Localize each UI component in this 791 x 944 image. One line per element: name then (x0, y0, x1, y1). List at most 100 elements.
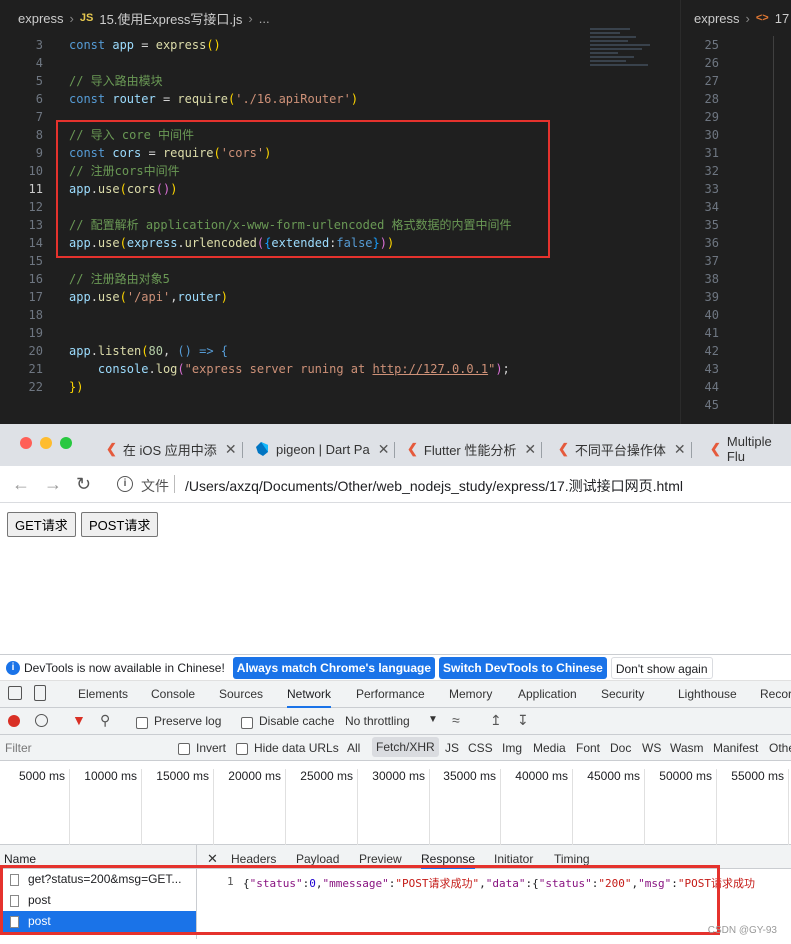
post-request-button[interactable]: POST请求 (81, 512, 159, 537)
tab-security[interactable]: Security (601, 681, 644, 708)
browser-tab[interactable]: ❮ Flutter 性能分析 ✕ (407, 432, 543, 466)
scheme-label[interactable]: 文件 (141, 476, 169, 496)
invert-checkbox[interactable] (178, 741, 190, 755)
maximize-window-button[interactable] (60, 437, 72, 449)
line-number: 8 (35, 128, 43, 142)
filter-type-img[interactable]: Img (502, 741, 522, 755)
match-language-button[interactable]: Always match Chrome's language (232, 656, 436, 679)
devtools-tabs: Elements Console Sources Network Perform… (0, 681, 791, 708)
timeline-tick: 55000 ms (717, 769, 789, 845)
filter-type-css[interactable]: CSS (468, 741, 493, 755)
filter-type-doc[interactable]: Doc (610, 741, 631, 755)
invert-label: Invert (196, 741, 227, 755)
download-icon[interactable]: ↧ (517, 712, 529, 729)
network-conditions-icon[interactable]: ≈ (452, 712, 460, 728)
line-number: 19 (28, 326, 43, 340)
close-icon[interactable]: ✕ (524, 441, 536, 458)
address-bar: ← → ↻ i 文件 /Users/axzq/Documents/Other/w… (0, 466, 791, 502)
tab-performance[interactable]: Performance (356, 681, 425, 708)
switch-language-button[interactable]: Switch DevTools to Chinese (439, 656, 607, 679)
url-field[interactable]: /Users/axzq/Documents/Other/web_nodejs_s… (185, 476, 683, 496)
filter-type-all[interactable]: All (347, 741, 360, 755)
code-line: 21 console.log("express server runing at… (0, 360, 600, 378)
dart-icon (256, 442, 268, 456)
filter-icon[interactable]: ▼ (72, 712, 86, 728)
search-icon[interactable]: ⚲ (100, 712, 110, 729)
filter-type-font[interactable]: Font (576, 741, 600, 755)
upload-icon[interactable]: ↥ (490, 712, 502, 729)
line-number: 41 (704, 326, 719, 340)
browser-tab[interactable]: ❮ 不同平台操作体 ✕ (558, 432, 692, 466)
device-toolbar-icon[interactable] (34, 685, 46, 701)
tab-lighthouse[interactable]: Lighthouse (678, 681, 737, 708)
browser-tab[interactable]: pigeon | Dart Pa ✕ (254, 432, 396, 466)
right-line-numbers: 25 26 27 28 29 30 31 32 33 34 35 36 37 38 39 40 41 42 43 44… (681, 36, 741, 414)
tab-elements[interactable]: Elements (78, 681, 128, 708)
filter-type-media[interactable]: Media (533, 741, 566, 755)
tab-sources[interactable]: Sources (219, 681, 263, 708)
line-number: 11 (28, 182, 43, 196)
code-link[interactable]: http://127.0.0.1 (372, 362, 488, 376)
filter-type-fetch-xhr[interactable]: Fetch/XHR (372, 737, 439, 757)
timeline-tick: 45000 ms (573, 769, 645, 845)
tab-console[interactable]: Console (151, 681, 195, 708)
forward-arrow-icon[interactable]: → (44, 474, 62, 495)
tab-bar: ❮ 在 iOS 应用中添 ✕ pigeon | Dart Pa ✕ ❮ Flut… (0, 424, 791, 466)
breadcrumb-more[interactable]: ... (259, 11, 270, 26)
back-arrow-icon[interactable]: ← (12, 474, 30, 495)
line-number: 44 (704, 380, 719, 394)
breadcrumb-folder[interactable]: express (694, 11, 740, 26)
clear-icon[interactable] (35, 714, 48, 727)
line-number: 16 (28, 272, 43, 286)
breadcrumb-folder[interactable]: express (18, 11, 64, 26)
line-number: 10 (28, 164, 43, 178)
code-line: 22}) (0, 378, 600, 396)
tab-memory[interactable]: Memory (449, 681, 492, 708)
line-number: 38 (704, 272, 719, 286)
editor-right-pane: express › <> 17 25 26 27 28 29 30 31 32 33 34 35 36… (680, 0, 791, 424)
dont-show-again-button[interactable]: Don't show again (610, 656, 713, 679)
tab-application[interactable]: Application (518, 681, 577, 708)
filter-type-wasm[interactable]: Wasm (670, 741, 704, 755)
line-number: 25 (704, 38, 719, 52)
timeline-tick: 35000 ms (430, 769, 501, 845)
line-number: 15 (28, 254, 43, 268)
filter-type-js[interactable]: JS (445, 741, 459, 755)
breadcrumb-file[interactable]: 15.使用Express写接口.js (99, 9, 242, 28)
filter-type-other[interactable]: Othe (769, 741, 791, 755)
record-icon[interactable] (8, 715, 20, 727)
code-line: 18 (0, 306, 600, 324)
code-line: 3 const app = express() (0, 36, 600, 54)
right-breadcrumb[interactable]: express › <> 17 (681, 0, 791, 36)
close-icon[interactable]: ✕ (674, 441, 686, 458)
code-line: 6 const router = require('./16.apiRouter'… (0, 90, 600, 108)
info-icon[interactable]: i (117, 476, 133, 492)
line-number: 36 (704, 236, 719, 250)
tab-recorder[interactable]: Recor (760, 681, 791, 708)
network-timeline[interactable]: 5000 ms 10000 ms 15000 ms 20000 ms 25000… (0, 761, 791, 845)
filter-type-manifest[interactable]: Manifest (713, 741, 758, 755)
preserve-log-checkbox[interactable] (136, 715, 148, 729)
throttling-select[interactable]: No throttling (345, 714, 410, 728)
reload-icon[interactable]: ↻ (76, 474, 91, 495)
close-icon[interactable]: ✕ (378, 441, 390, 458)
get-request-button[interactable]: GET请求 (7, 512, 76, 537)
chevron-down-icon[interactable]: ▼ (428, 714, 438, 725)
hide-data-urls-checkbox[interactable] (236, 741, 248, 755)
minimize-window-button[interactable] (40, 437, 52, 449)
inspect-icon[interactable] (8, 686, 22, 700)
close-icon[interactable]: ✕ (225, 441, 237, 458)
close-window-button[interactable] (20, 437, 32, 449)
line-number: 35 (704, 218, 719, 232)
line-number: 43 (704, 362, 719, 376)
browser-tab[interactable]: ❮ 在 iOS 应用中添 ✕ (106, 432, 243, 466)
browser-tab[interactable]: ❮ Multiple Flu (710, 432, 791, 466)
tab-network[interactable]: Network (287, 681, 332, 708)
editor-breadcrumb[interactable]: express › JS 15.使用Express写接口.js › ... (0, 0, 680, 36)
filter-input[interactable]: Filter (5, 741, 32, 755)
disable-cache-checkbox[interactable] (241, 715, 253, 729)
filter-type-ws[interactable]: WS (642, 741, 661, 755)
timeline-tick: 20000 ms (214, 769, 286, 845)
minimap[interactable] (590, 28, 670, 78)
breadcrumb-file[interactable]: 17 (775, 11, 789, 26)
